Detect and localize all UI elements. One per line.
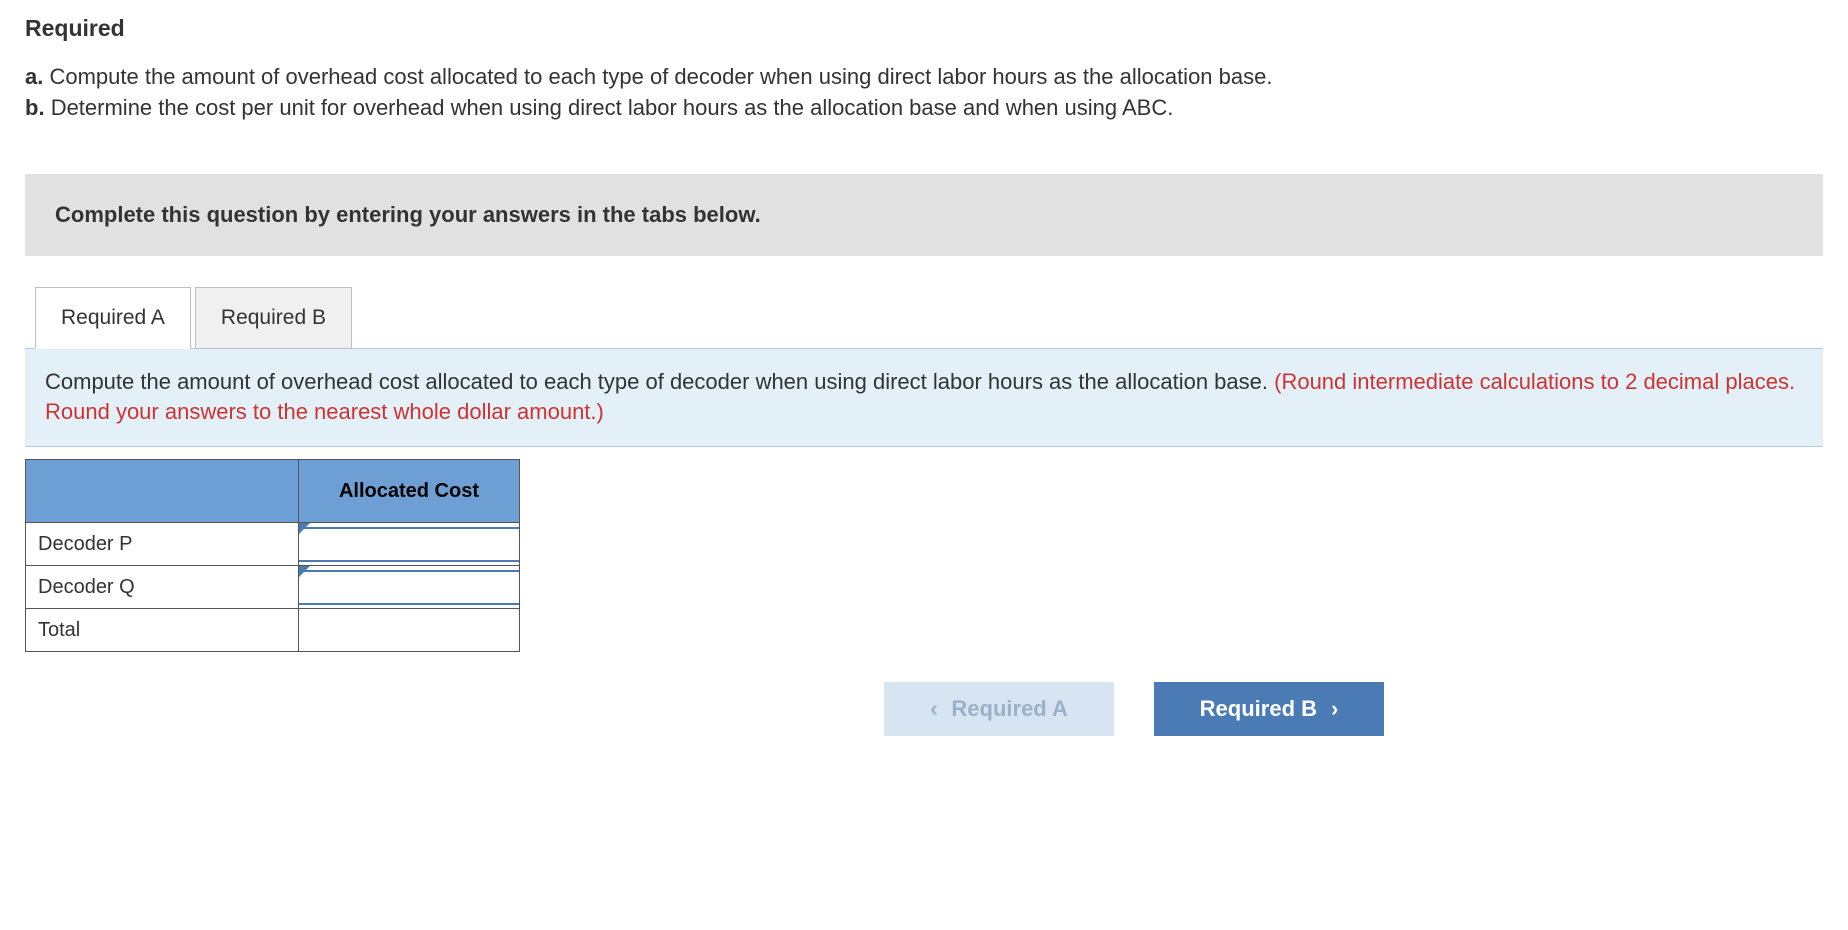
nav-buttons: ‹ Required A Required B ›: [445, 682, 1823, 736]
question-b-prefix: b.: [25, 95, 45, 120]
row-label-decoder-q: Decoder Q: [26, 566, 299, 609]
tab-required-a[interactable]: Required A: [35, 287, 191, 349]
table-header-allocated-cost: Allocated Cost: [299, 460, 520, 523]
next-button[interactable]: Required B ›: [1154, 682, 1384, 736]
prev-button[interactable]: ‹ Required A: [884, 682, 1114, 736]
tab-required-b[interactable]: Required B: [195, 287, 352, 349]
question-a-prefix: a.: [25, 64, 43, 89]
input-cell-decoder-q[interactable]: [299, 566, 520, 609]
prev-button-label: Required A: [951, 696, 1068, 722]
next-button-label: Required B: [1200, 696, 1317, 722]
question-b-text: Determine the cost per unit for overhead…: [51, 95, 1174, 120]
table-header-blank: [26, 460, 299, 523]
input-decoder-p[interactable]: [299, 527, 519, 562]
question-a-text: Compute the amount of overhead cost allo…: [49, 64, 1272, 89]
tab-content: Compute the amount of overhead cost allo…: [25, 348, 1823, 448]
table-row: Decoder P: [26, 523, 520, 566]
question-b: b. Determine the cost per unit for overh…: [25, 93, 1823, 124]
table-row: Total: [26, 609, 520, 652]
table-row: Decoder Q: [26, 566, 520, 609]
input-decoder-q[interactable]: [299, 570, 519, 605]
row-label-total: Total: [26, 609, 299, 652]
cell-total: [299, 609, 520, 652]
answer-table: Allocated Cost Decoder P Decoder Q Total: [25, 459, 520, 652]
row-label-decoder-p: Decoder P: [26, 523, 299, 566]
instruction-bar: Complete this question by entering your …: [25, 174, 1823, 256]
question-a: a. Compute the amount of overhead cost a…: [25, 62, 1823, 93]
chevron-right-icon: ›: [1331, 696, 1338, 722]
chevron-left-icon: ‹: [930, 696, 937, 722]
required-heading: Required: [25, 15, 1823, 42]
tab-prompt: Compute the amount of overhead cost allo…: [45, 369, 1268, 394]
tab-bar: Required A Required B: [35, 286, 1823, 348]
input-cell-decoder-p[interactable]: [299, 523, 520, 566]
question-list: a. Compute the amount of overhead cost a…: [25, 62, 1823, 124]
